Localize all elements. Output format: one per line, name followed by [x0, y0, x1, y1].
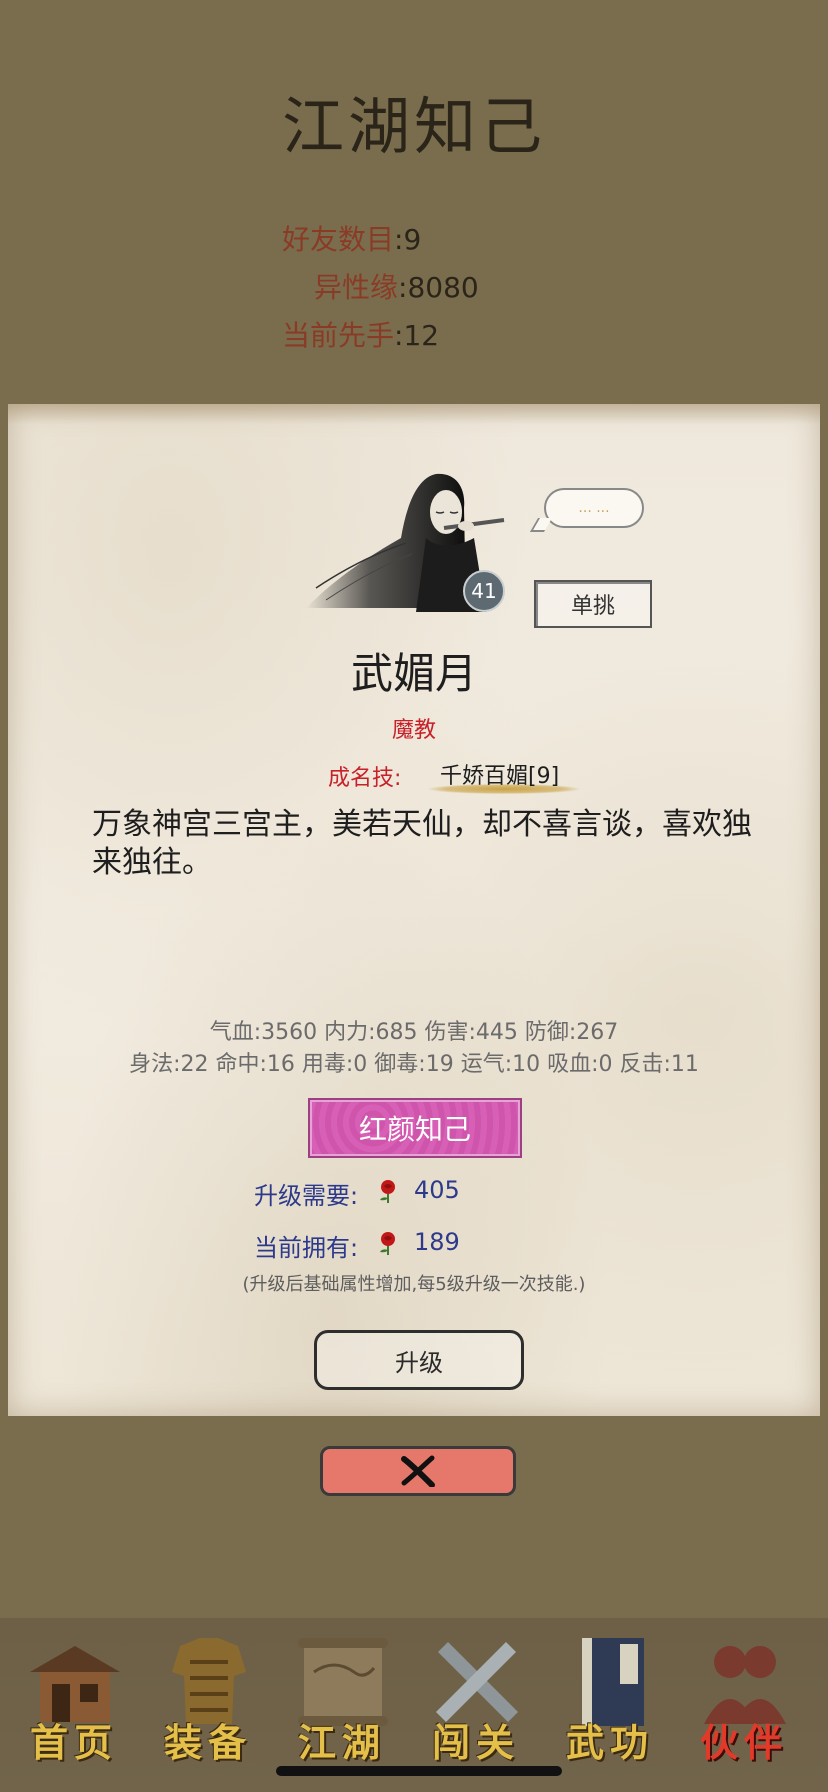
initiative-stat: 当前先手:12	[282, 319, 440, 352]
signature-skill-value[interactable]: 千娇百媚[9]	[440, 758, 559, 790]
friend-count-label: 好友数目	[282, 223, 395, 256]
level-badge: 41	[463, 570, 505, 612]
nav-item-partners[interactable]: 伙伴	[676, 1618, 812, 1766]
nav-label-martial-arts: 武功	[565, 1720, 654, 1765]
nav-label-home: 首页	[29, 1720, 118, 1765]
upgrade-requirement-value: 405	[414, 1176, 460, 1204]
character-description: 万象神宫三宫主，美若天仙，却不喜言谈，喜欢独来独往。	[92, 807, 752, 880]
character-name: 武媚月	[350, 649, 477, 698]
nav-label-jianghu: 江湖	[297, 1720, 386, 1765]
upgrade-button[interactable]: 升级	[314, 1330, 524, 1390]
charm-label: 异性缘	[314, 271, 399, 304]
signature-skill-label: 成名技:	[328, 766, 402, 791]
nav-item-jianghu[interactable]: 江湖	[274, 1618, 410, 1766]
nav-label-challenge: 闯关	[431, 1720, 520, 1765]
page-header: 江湖知己 好友数目:9 异性缘:8080 当前先手:12	[0, 0, 828, 400]
nav-item-martial-arts[interactable]: 武功	[542, 1618, 678, 1766]
character-faction: 魔教	[391, 718, 436, 743]
attribute-stats-primary: 气血:3560 内力:685 伤害:445 防御:267	[209, 1020, 619, 1045]
friend-count-value: 9	[403, 223, 422, 256]
charm-value: 8080	[407, 271, 479, 304]
duel-button[interactable]: 单挑	[534, 580, 652, 628]
card-edge	[8, 404, 820, 424]
charm-stat: 异性缘:8080	[314, 271, 479, 304]
upgrade-requirement: 升级需要: 405	[254, 1176, 460, 1211]
initiative-label: 当前先手	[282, 319, 395, 352]
upgrade-requirement-label: 升级需要:	[254, 1182, 359, 1210]
home-indicator	[276, 1766, 562, 1776]
nav-item-challenge[interactable]: 闯关	[408, 1618, 544, 1766]
friend-count: 好友数目:9	[282, 223, 422, 256]
nav-item-equipment[interactable]: 装备	[140, 1618, 276, 1766]
close-button[interactable]	[320, 1446, 516, 1496]
upgrade-note: (升级后基础属性增加,每5级升级一次技能.)	[242, 1274, 586, 1295]
current-owned-label: 当前拥有:	[254, 1234, 359, 1262]
rose-icon	[376, 1178, 400, 1210]
nav-label-equipment: 装备	[163, 1720, 252, 1765]
close-x-icon	[401, 1455, 435, 1487]
nav-item-home[interactable]: 首页	[6, 1618, 142, 1766]
attribute-stats-secondary: 身法:22 命中:16 用毒:0 御毒:19 运气:10 吸血:0 反击:11	[129, 1052, 699, 1077]
initiative-value: 12	[403, 319, 440, 352]
page-title: 江湖知己	[281, 90, 546, 163]
current-owned: 当前拥有: 189	[254, 1228, 460, 1263]
speech-bubble: ... ...	[544, 488, 644, 528]
confidant-bond-button[interactable]: 红颜知己	[308, 1098, 522, 1158]
rose-icon	[376, 1230, 400, 1262]
nav-label-partners: 伙伴	[699, 1720, 788, 1765]
current-owned-value: 189	[414, 1228, 460, 1256]
